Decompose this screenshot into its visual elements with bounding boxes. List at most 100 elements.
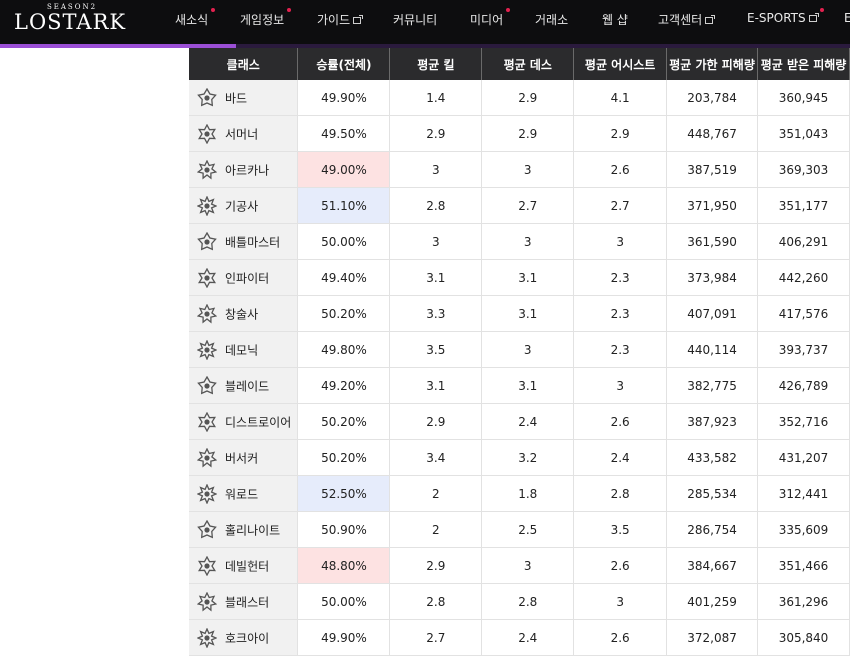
class-name: 블래스터 bbox=[225, 595, 270, 609]
cell-assists: 2.8 bbox=[573, 475, 668, 512]
external-link-icon bbox=[808, 13, 819, 22]
class-cell: 호크아이 bbox=[189, 619, 299, 656]
cell-deaths: 3 bbox=[481, 151, 575, 188]
header-avg-damage-taken[interactable]: 평균 받은 피해량 bbox=[757, 48, 850, 80]
nav-item-label: 새소식 bbox=[175, 13, 209, 27]
nav-item-6[interactable]: 웹 샵 bbox=[602, 11, 628, 31]
cell-taken: 351,466 bbox=[757, 547, 850, 584]
class-cell: 아르카나 bbox=[189, 151, 299, 188]
nav-item-4[interactable]: 미디어 bbox=[470, 8, 511, 31]
header-class[interactable]: 클래스 bbox=[189, 48, 299, 80]
nav-item-label: E-SPORTS bbox=[747, 11, 806, 25]
cell-winrate: 49.20% bbox=[297, 367, 391, 404]
cell-winrate: 49.80% bbox=[297, 331, 391, 368]
cell-dealt: 286,754 bbox=[666, 511, 759, 548]
cell-winrate: 49.00% bbox=[297, 151, 391, 188]
nav-item-3[interactable]: 커뮤니티 bbox=[393, 11, 437, 31]
cell-dealt: 373,984 bbox=[666, 259, 759, 296]
cell-deaths: 3 bbox=[481, 223, 575, 260]
nav-item-label: 게임정보 bbox=[240, 13, 285, 27]
table-row: 서머너 49.50% 2.9 2.9 2.9 448,767 351,043 bbox=[189, 115, 850, 152]
nav-item-8[interactable]: E-SPORTS bbox=[747, 8, 824, 31]
nav-item-0[interactable]: 새소식 bbox=[175, 8, 216, 31]
cell-winrate: 48.80% bbox=[297, 547, 391, 584]
cell-taken: 312,441 bbox=[757, 475, 850, 512]
cell-dealt: 372,087 bbox=[666, 619, 759, 656]
cell-winrate: 49.90% bbox=[297, 80, 391, 116]
cell-dealt: 387,923 bbox=[666, 403, 759, 440]
header-avg-assists[interactable]: 평균 어시스트 bbox=[573, 48, 668, 80]
nav-item-1[interactable]: 게임정보 bbox=[240, 8, 292, 31]
cell-kills: 2.8 bbox=[389, 187, 483, 224]
soulfist-class-icon bbox=[196, 194, 218, 217]
cell-assists: 2.4 bbox=[573, 439, 668, 476]
cell-kills: 3 bbox=[389, 223, 483, 260]
cell-assists: 3 bbox=[573, 367, 668, 404]
class-cell: 인파이터 bbox=[189, 259, 299, 296]
cell-taken: 406,291 bbox=[757, 223, 850, 260]
header-winrate[interactable]: 승률(전체) bbox=[297, 48, 391, 80]
cell-assists: 2.3 bbox=[573, 259, 668, 296]
cell-kills: 3.5 bbox=[389, 331, 483, 368]
cell-taken: 352,716 bbox=[757, 403, 850, 440]
nav-item-overflow[interactable]: E bbox=[844, 11, 850, 25]
cell-taken: 361,296 bbox=[757, 583, 850, 620]
class-cell: 서머너 bbox=[189, 115, 299, 152]
cell-assists: 2.6 bbox=[573, 151, 668, 188]
header-avg-kills[interactable]: 평균 킬 bbox=[389, 48, 483, 80]
class-cell: 홀리나이트 bbox=[189, 511, 299, 548]
cell-assists: 2.6 bbox=[573, 547, 668, 584]
header-avg-deaths[interactable]: 평균 데스 bbox=[481, 48, 575, 80]
class-cell: 기공사 bbox=[189, 187, 299, 224]
cell-kills: 2.7 bbox=[389, 619, 483, 656]
cell-kills: 3.1 bbox=[389, 367, 483, 404]
cell-deaths: 2.5 bbox=[481, 511, 575, 548]
class-name: 호크아이 bbox=[225, 631, 270, 645]
new-badge-dot bbox=[819, 8, 824, 12]
nav-item-5[interactable]: 거래소 bbox=[535, 11, 568, 31]
cell-assists: 4.1 bbox=[573, 80, 668, 116]
lostark-logo[interactable]: SEASON2 LOSTARK bbox=[12, 2, 132, 42]
class-name: 배틀마스터 bbox=[225, 235, 281, 249]
gunlancer-class-icon bbox=[196, 482, 218, 505]
class-stats-table: 클래스 승률(전체) 평균 킬 평균 데스 평균 어시스트 평균 가한 피해량 … bbox=[189, 48, 850, 656]
nav-item-2[interactable]: 가이드 bbox=[317, 11, 364, 31]
cell-kills: 3.4 bbox=[389, 439, 483, 476]
cell-dealt: 361,590 bbox=[666, 223, 759, 260]
class-cell: 블레이드 bbox=[189, 367, 299, 404]
class-cell: 데모닉 bbox=[189, 331, 299, 368]
cell-kills: 3.3 bbox=[389, 295, 483, 332]
table-row: 기공사 51.10% 2.8 2.7 2.7 371,950 351,177 bbox=[189, 187, 850, 224]
cell-taken: 426,789 bbox=[757, 367, 850, 404]
cell-kills: 2 bbox=[389, 475, 483, 512]
cell-taken: 351,043 bbox=[757, 115, 850, 152]
cell-kills: 2.9 bbox=[389, 403, 483, 440]
cell-taken: 417,576 bbox=[757, 295, 850, 332]
header-avg-damage-dealt[interactable]: 평균 가한 피해량 bbox=[666, 48, 759, 80]
new-badge-dot bbox=[506, 8, 511, 12]
shadowhunter-class-icon bbox=[196, 338, 218, 361]
cell-dealt: 371,950 bbox=[666, 187, 759, 224]
cell-deaths: 2.4 bbox=[481, 619, 575, 656]
cell-taken: 305,840 bbox=[757, 619, 850, 656]
cell-assists: 3.5 bbox=[573, 511, 668, 548]
table-row: 바드 49.90% 1.4 2.9 4.1 203,784 360,945 bbox=[189, 80, 850, 116]
nav-item-label: 고객센터 bbox=[658, 13, 703, 27]
summoner-class-icon bbox=[197, 123, 217, 144]
cell-winrate: 49.90% bbox=[297, 619, 391, 656]
cell-dealt: 440,114 bbox=[666, 331, 759, 368]
cell-kills: 2.9 bbox=[389, 547, 483, 584]
new-badge-dot bbox=[287, 8, 292, 12]
cell-taken: 431,207 bbox=[757, 439, 850, 476]
cell-assists: 2.6 bbox=[573, 403, 668, 440]
table-header-row: 클래스 승률(전체) 평균 킬 평균 데스 평균 어시스트 평균 가한 피해량 … bbox=[189, 48, 850, 80]
sharpshooter-class-icon bbox=[196, 626, 218, 649]
cell-winrate: 50.00% bbox=[297, 223, 391, 260]
cell-winrate: 50.20% bbox=[297, 403, 391, 440]
cell-taken: 335,609 bbox=[757, 511, 850, 548]
wardancer-class-icon bbox=[197, 231, 217, 252]
berserker-class-icon bbox=[196, 447, 218, 468]
table-row: 데모닉 49.80% 3.5 3 2.3 440,114 393,737 bbox=[189, 331, 850, 368]
nav-item-7[interactable]: 고객센터 bbox=[658, 11, 716, 31]
cell-winrate: 50.20% bbox=[297, 439, 391, 476]
